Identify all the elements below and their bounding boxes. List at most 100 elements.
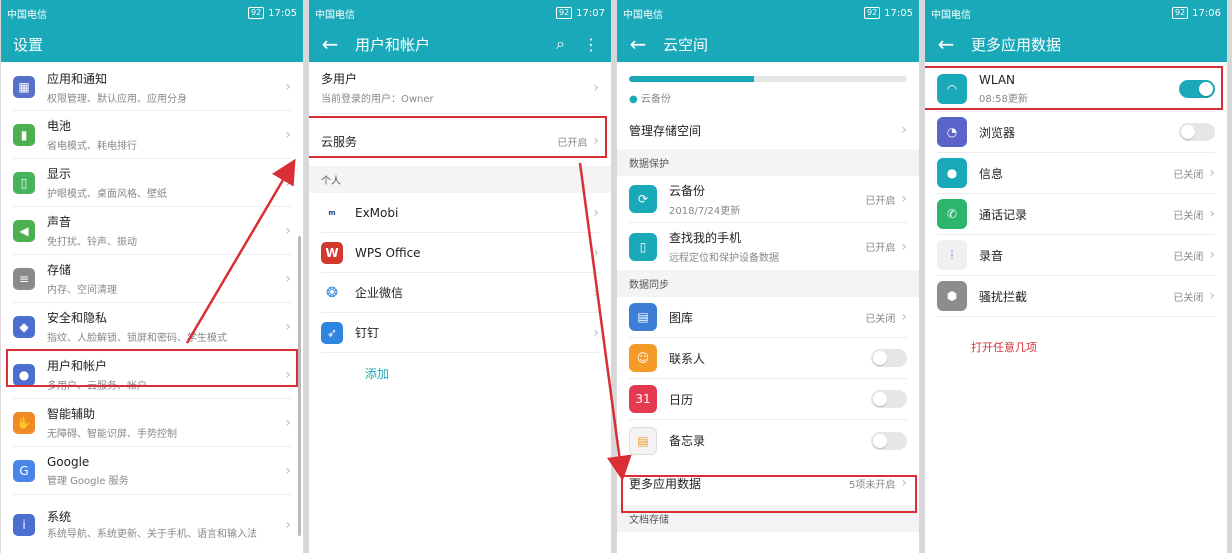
shield-block-icon: ⬢ (937, 281, 967, 311)
scrollbar[interactable] (298, 236, 301, 536)
chevron-right-icon: › (285, 517, 291, 533)
status-bar: 中国电信 92 17:07 (309, 0, 611, 26)
item-title: 应用和通知 (47, 71, 108, 86)
chevron-right-icon: › (285, 126, 291, 143)
item-title: 显示 (47, 167, 72, 181)
carrier-label: 中国电信 (315, 9, 355, 21)
contacts-icon: ☺ (629, 344, 657, 372)
item-title: 信息 (979, 166, 1004, 181)
item-title: 存储 (47, 263, 72, 277)
item-title: 管理存储空间 (629, 123, 702, 138)
status-label: 已关闭 (1173, 210, 1204, 222)
settings-item-sound[interactable]: ◀ 声音 免打扰、铃声、振动 › (13, 207, 291, 255)
item-title: 电池 (47, 119, 72, 133)
settings-item-assist[interactable]: ✋ 智能辅助 无障碍、智能识屏、手势控制 › (13, 399, 291, 447)
account-item-dingtalk[interactable]: ➶ 钉钉 › (321, 313, 599, 353)
chevron-right-icon: › (593, 204, 599, 221)
item-title: WPS Office (355, 245, 421, 260)
clock: 17:05 (268, 7, 297, 19)
call-log-item[interactable]: ✆ 通话记录 已关闭 › (937, 194, 1215, 235)
cloud-space-screen: 中国电信 92 17:05 ← 云空间 ● 云备份 管理存储空间 › 数据保护 ⟳… (617, 0, 919, 553)
add-account-button[interactable]: 添加 (309, 353, 611, 382)
gallery-icon: ▤ (629, 303, 657, 331)
battery-icon: ▮ (13, 123, 35, 146)
contacts-sync-toggle[interactable] (871, 349, 907, 367)
section-header: 数据同步 (617, 270, 919, 297)
battery-icon: 92 (863, 7, 881, 19)
more-app-data-screen: 中国电信 92 17:06 ← 更多应用数据 ◠ WLAN 08:58更新 ◔ 浏览… (925, 0, 1227, 553)
sync-item-calendar[interactable]: 31 日历 (629, 379, 907, 420)
legend-dot-icon: ● (629, 94, 638, 105)
annotation-text: 打开任意几项 (971, 341, 1037, 354)
account-item-wework[interactable]: ❂ 企业微信 › (321, 273, 599, 313)
highlight-box (621, 475, 917, 513)
app-bar: ← 更多应用数据 (925, 26, 1227, 62)
chevron-right-icon: › (593, 284, 599, 301)
info-icon: i (13, 514, 35, 536)
settings-item-apps[interactable]: ▦ 应用和通知 权限管理、默认应用、应用分身 › (13, 64, 291, 111)
storage-progress-fill (629, 76, 755, 82)
settings-item-display[interactable]: ▯ 显示 护眼模式、桌面风格、壁纸 › (13, 159, 291, 207)
recorder-item[interactable]: ⦙ 录音 已关闭 › (937, 235, 1215, 276)
item-title: 联系人 (669, 351, 706, 366)
settings-item-security[interactable]: ◆ 安全和隐私 指纹、人脸解锁、锁屏和密码、学生模式 › (13, 303, 291, 351)
multi-user-item[interactable]: 多用户 当前登录的用户：Owner › (321, 62, 599, 114)
chevron-right-icon: › (285, 174, 291, 191)
item-subtitle: 权限管理、默认应用、应用分身 (47, 93, 187, 105)
item-subtitle: 免打扰、铃声、振动 (47, 237, 137, 248)
back-arrow-icon[interactable]: ← (629, 32, 647, 56)
back-arrow-icon[interactable]: ← (321, 32, 339, 56)
account-item-exmobi[interactable]: m ExMobi › (321, 193, 599, 233)
browser-item[interactable]: ◔ 浏览器 (937, 112, 1215, 153)
manage-storage-item[interactable]: 管理存储空间 › (629, 111, 907, 149)
back-arrow-icon[interactable]: ← (937, 32, 955, 56)
notes-sync-toggle[interactable] (871, 431, 907, 450)
settings-item-storage[interactable]: ≡ 存储 内存、空间清理 › (13, 255, 291, 303)
wework-logo-icon: ❂ (321, 281, 343, 304)
status-label: 已关闭 (1173, 169, 1204, 181)
app-bar: 设置 (1, 26, 303, 62)
messages-item[interactable]: ● 信息 已关闭 › (937, 153, 1215, 194)
notes-icon: ▤ (629, 426, 657, 455)
browser-icon: ◔ (937, 117, 967, 147)
item-title: 查找我的手机 (669, 231, 742, 245)
status-bar: 中国电信 92 17:05 (1, 0, 303, 26)
find-phone-item[interactable]: ▯ 查找我的手机 远程定位和保护设备数据 已开启 › (629, 223, 907, 270)
settings-item-google[interactable]: G Google 管理 Google 服务 › (13, 447, 291, 495)
item-title: 安全和隐私 (47, 311, 108, 325)
battery-icon: 92 (555, 7, 573, 19)
calendar-icon: 31 (629, 385, 657, 413)
item-title: 云备份 (669, 183, 706, 198)
status-bar: 中国电信 92 17:05 (617, 0, 919, 26)
users-accounts-screen: 中国电信 92 17:07 ← 用户和帐户 ⌕ ⋮ 多用户 当前登录的用户：Owne… (309, 0, 611, 553)
item-title: 智能辅助 (47, 407, 96, 421)
item-subtitle: 系统导航、系统更新、关于手机、语言和输入法 (47, 529, 257, 540)
phone-icon: ▯ (629, 232, 657, 261)
chevron-right-icon: › (593, 324, 599, 341)
calendar-sync-toggle[interactable] (871, 390, 907, 408)
battery-icon: 92 (1171, 7, 1189, 19)
browser-sync-toggle[interactable] (1179, 123, 1215, 141)
search-icon[interactable]: ⌕ (556, 34, 565, 54)
item-subtitle: 无障碍、智能识屏、手势控制 (47, 429, 177, 440)
message-bubble-icon: ● (937, 158, 967, 188)
settings-item-battery[interactable]: ▮ 电池 省电模式、耗电排行 › (13, 111, 291, 159)
app-bar: ← 用户和帐户 ⌕ ⋮ (309, 26, 611, 62)
item-title: 多用户 (321, 72, 358, 86)
more-vert-icon[interactable]: ⋮ (583, 35, 599, 54)
sync-item-contacts[interactable]: ☺ 联系人 (629, 338, 907, 379)
sync-item-notes[interactable]: ▤ 备忘录 (629, 420, 907, 461)
item-subtitle: 远程定位和保护设备数据 (669, 253, 779, 264)
blocker-item[interactable]: ⬢ 骚扰拦截 已关闭 › (937, 276, 1215, 317)
settings-item-system[interactable]: i 系统 系统导航、系统更新、关于手机、语言和输入法 › (13, 495, 291, 553)
hand-icon: ✋ (13, 411, 35, 434)
storage-icon: ≡ (13, 267, 35, 290)
section-header: 数据保护 (617, 149, 919, 176)
sync-item-gallery[interactable]: ▤ 图库 已关闭 › (629, 297, 907, 338)
google-icon: G (13, 459, 35, 482)
display-icon: ▯ (13, 171, 35, 194)
waveform-icon: ⦙ (937, 240, 967, 270)
storage-progress-bar (629, 76, 907, 82)
cloud-backup-item[interactable]: ⟳ 云备份 2018/7/24更新 已开启 › (629, 176, 907, 223)
account-item-wps[interactable]: W WPS Office › (321, 233, 599, 273)
